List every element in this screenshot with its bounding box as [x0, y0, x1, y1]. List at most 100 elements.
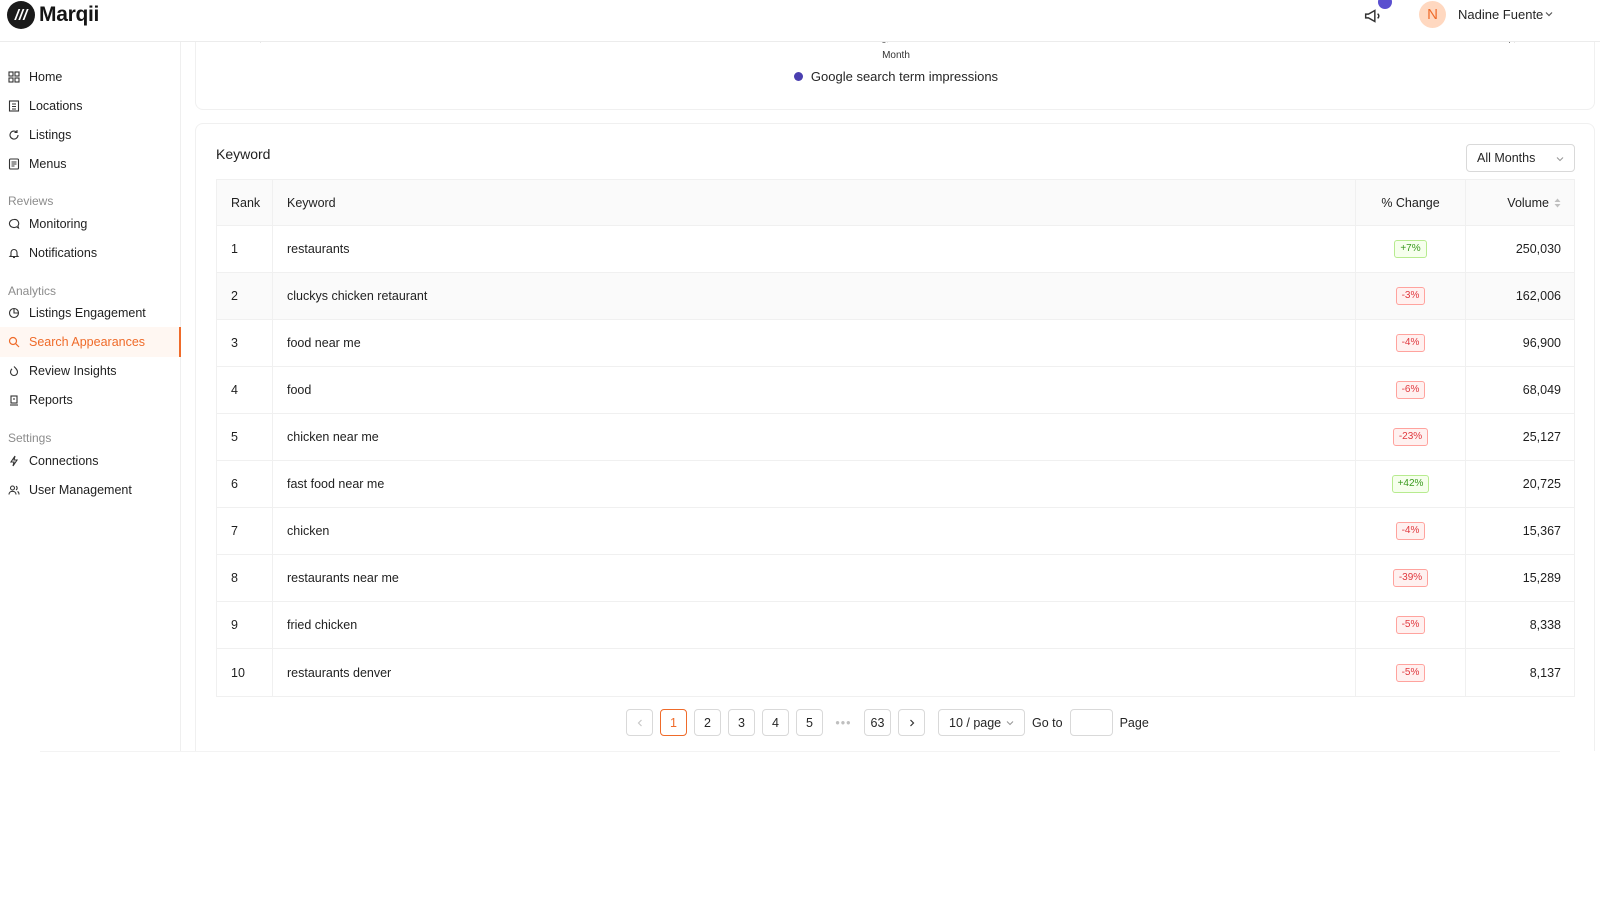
search-icon: [8, 336, 20, 348]
month-filter-select[interactable]: All Months: [1466, 144, 1575, 172]
legend-dot: [793, 72, 803, 81]
sidebar-item-monitoring[interactable]: Monitoring: [0, 209, 181, 239]
sidebar-item-locations[interactable]: Locations: [0, 91, 181, 121]
table-row[interactable]: 7 chicken -4% 15,367: [217, 508, 1574, 555]
sort-icon[interactable]: [1554, 198, 1561, 208]
goto-page-input[interactable]: [1069, 709, 1113, 736]
table-row[interactable]: 5 chicken near me -23% 25,127: [217, 414, 1574, 461]
keyword-cell: chicken near me: [273, 414, 1356, 460]
page-button-4[interactable]: 4: [762, 709, 789, 736]
user-name[interactable]: Nadine Fuente: [1458, 7, 1543, 22]
keyword-cell: restaurants denver: [273, 649, 1356, 696]
sidebar-item-listings[interactable]: Listings: [0, 120, 181, 150]
goto-label: Go to: [1032, 715, 1063, 730]
change-cell: -3%: [1356, 273, 1466, 319]
prev-page-button[interactable]: [626, 709, 653, 736]
rank-cell: 6: [217, 461, 273, 507]
top-bar: /// Marqii N Nadine Fuente: [0, 0, 1600, 42]
keyword-cell: food near me: [273, 320, 1356, 366]
table-row[interactable]: 10 restaurants denver -5% 8,137: [217, 649, 1574, 696]
users-icon: [8, 484, 20, 496]
change-cell: -4%: [1356, 320, 1466, 366]
column-header-keyword: Keyword: [273, 180, 1356, 225]
page-button-last[interactable]: 63: [864, 709, 891, 736]
table-row[interactable]: 8 restaurants near me -39% 15,289: [217, 555, 1574, 602]
keyword-cell: restaurants near me: [273, 555, 1356, 601]
impressions-chart-card: Jul, 2024Aug, 2024Sep, 2024 Month Google…: [195, 30, 1595, 110]
change-badge: +42%: [1391, 475, 1430, 493]
keyword-cell: restaurants: [273, 226, 1356, 272]
bolt-icon: [8, 455, 20, 467]
chevron-down-icon: [1006, 721, 1014, 726]
sidebar-item-label: Notifications: [29, 246, 98, 260]
table-row[interactable]: 3 food near me -4% 96,900: [217, 320, 1574, 367]
pagination-ellipsis[interactable]: •••: [830, 716, 857, 730]
change-cell: +7%: [1356, 226, 1466, 272]
change-cell: +42%: [1356, 461, 1466, 507]
change-cell: -5%: [1356, 602, 1466, 648]
change-badge: -4%: [1395, 522, 1426, 540]
sidebar-item-listings-engagement[interactable]: Listings Engagement: [0, 298, 181, 328]
chevron-left-icon: [637, 719, 642, 726]
section-reviews: Reviews: [8, 194, 54, 208]
chart-legend[interactable]: Google search term impressions: [196, 69, 1596, 84]
sidebar-item-search-appearances[interactable]: Search Appearances: [0, 327, 181, 357]
change-badge: -5%: [1395, 663, 1426, 682]
change-cell: -39%: [1356, 555, 1466, 601]
sidebar-item-label: Search Appearances: [29, 335, 146, 349]
sidebar-item-reports[interactable]: Reports: [0, 385, 181, 415]
volume-cell: 250,030: [1515, 242, 1561, 256]
sidebar-item-label: Home: [29, 70, 63, 84]
table-row[interactable]: 4 food -6% 68,049: [217, 367, 1574, 414]
chevron-down-icon: [1556, 157, 1564, 162]
sidebar-item-notifications[interactable]: Notifications: [0, 238, 181, 268]
column-header-volume-label: Volume: [1507, 195, 1549, 210]
chat-icon: [8, 218, 20, 230]
page-size-value: 10 / page: [949, 715, 1002, 730]
table-row[interactable]: 9 fried chicken -5% 8,338: [217, 602, 1574, 649]
rank-cell: 2: [217, 273, 273, 319]
sidebar-item-user-management[interactable]: User Management: [0, 475, 181, 505]
page-button-2[interactable]: 2: [694, 709, 721, 736]
sidebar-item-label: Listings: [29, 128, 72, 142]
page-button-3[interactable]: 3: [728, 709, 755, 736]
rank-cell: 8: [217, 555, 273, 601]
insight-icon: [8, 365, 20, 377]
page-button-1[interactable]: 1: [660, 709, 687, 736]
column-header-rank: Rank: [217, 180, 273, 225]
logo[interactable]: /// Marqii: [7, 1, 99, 29]
table-row[interactable]: 2 cluckys chicken retaurant -3% 162,006: [217, 273, 1574, 320]
chevron-right-icon: [909, 719, 914, 726]
sidebar: Home Locations Listings Menus Reviews Mo…: [0, 42, 181, 751]
sidebar-item-label: Monitoring: [29, 217, 88, 231]
chevron-down-icon[interactable]: [1544, 9, 1554, 19]
sidebar-item-home[interactable]: Home: [0, 62, 181, 92]
sidebar-item-review-insights[interactable]: Review Insights: [0, 356, 181, 386]
sidebar-item-label: Menus: [29, 157, 67, 171]
page-size-select[interactable]: 10 / page: [938, 709, 1025, 736]
volume-cell: 25,127: [1522, 430, 1561, 444]
table-row[interactable]: 1 restaurants +7% 250,030: [217, 226, 1574, 273]
next-page-button[interactable]: [898, 709, 925, 736]
table-row[interactable]: 6 fast food near me +42% 20,725: [217, 461, 1574, 508]
column-header-volume[interactable]: Volume: [1466, 180, 1574, 225]
change-cell: -6%: [1356, 367, 1466, 413]
change-cell: -5%: [1356, 649, 1466, 696]
refresh-icon: [8, 129, 20, 141]
change-badge: -23%: [1392, 428, 1429, 446]
notification-badge: [1378, 0, 1392, 9]
rank-cell: 10: [217, 649, 273, 696]
sidebar-item-connections[interactable]: Connections: [0, 446, 181, 476]
sidebar-item-label: Connections: [29, 454, 99, 468]
megaphone-icon[interactable]: [1362, 5, 1384, 27]
pagination: 1 2 3 4 5 ••• 63 10 / page Go to Page: [626, 709, 1149, 736]
logo-text: Marqii: [39, 3, 100, 26]
volume-cell: 8,338: [1529, 618, 1561, 632]
rank-cell: 3: [217, 320, 273, 366]
sidebar-item-label: Locations: [29, 99, 83, 113]
sidebar-item-menus[interactable]: Menus: [0, 149, 181, 179]
page-button-5[interactable]: 5: [796, 709, 823, 736]
avatar[interactable]: N: [1419, 1, 1446, 28]
section-analytics: Analytics: [8, 284, 57, 298]
legend-label: Google search term impressions: [810, 69, 999, 84]
